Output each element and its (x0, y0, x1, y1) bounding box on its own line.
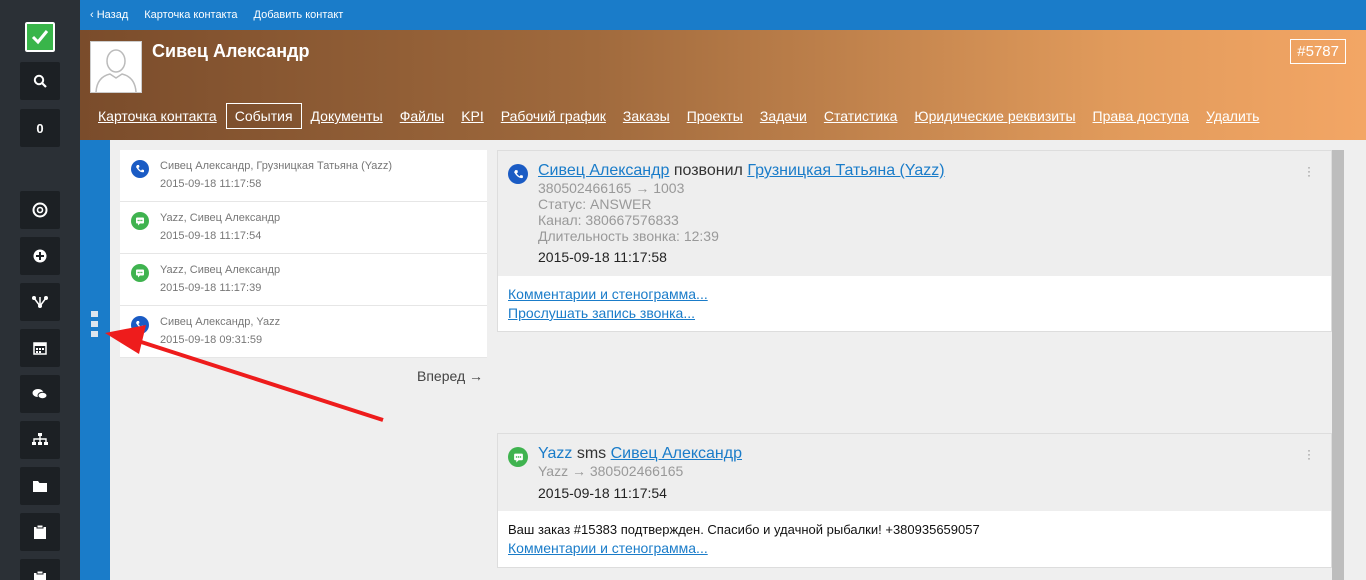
breadcrumb-bar: ‹ Назад Карточка контакта Добавить конта… (80, 0, 1366, 30)
event-date: 2015-09-18 11:17:54 (160, 230, 262, 242)
tab-orders[interactable]: Заказы (615, 104, 678, 128)
clipboard-button-2[interactable] (20, 559, 60, 580)
sms-icon (131, 212, 149, 230)
event-title: Yazz, Сивец Александр (160, 212, 281, 224)
tab-work-schedule[interactable]: Рабочий график (493, 104, 614, 128)
event-date: 2015-09-18 09:31:59 (160, 334, 263, 346)
check-icon[interactable] (24, 21, 56, 53)
search-icon (33, 74, 47, 88)
add-button[interactable] (20, 237, 60, 275)
folder-icon (33, 481, 47, 492)
caller-link[interactable]: Сивец Александр (538, 162, 669, 179)
add-contact-link[interactable]: Добавить контакт (254, 9, 344, 21)
structure-button[interactable] (20, 421, 60, 459)
phone-icon (508, 164, 528, 184)
back-link[interactable]: ‹ Назад (90, 9, 128, 21)
tab-statistics[interactable]: Статистика (816, 104, 906, 128)
phone-icon (131, 160, 149, 178)
tab-delete[interactable]: Удалить (1198, 104, 1267, 128)
more-menu-icon[interactable]: · · · (1307, 161, 1311, 181)
contact-name: Сивец Александр (152, 41, 310, 61)
call-detail-card: · · · Сивец Александр позвонил Грузницкая … (497, 150, 1332, 332)
call-numbers: 380502466165 → 1003 (538, 180, 685, 196)
branch-icon (32, 296, 48, 308)
sms-numbers: Yazz → 380502466165 (538, 463, 684, 479)
tab-documents[interactable]: Документы (303, 104, 391, 128)
panel-divider-strip (80, 140, 110, 580)
tab-legal-details[interactable]: Юридические реквизиты (906, 104, 1083, 128)
more-menu-icon[interactable]: · · · (1307, 444, 1311, 464)
callee-link[interactable]: Грузницкая Татьяна (Yazz) (747, 162, 944, 179)
call-verb: позвонил (673, 162, 743, 179)
sms-detail-card: · · · Yazz sms Сивец Александр Yazz → 3805… (497, 433, 1332, 568)
clipboard-button[interactable] (20, 513, 60, 551)
help-button[interactable] (20, 191, 60, 229)
list-item[interactable]: Сивец Александр, Грузницкая Татьяна (Yaz… (120, 150, 487, 202)
notification-counter[interactable]: 0 (20, 109, 60, 147)
org-chart-icon (32, 433, 48, 445)
comments-link[interactable]: Комментарии и стенограмма... (508, 540, 708, 556)
left-sidebar: 0 (0, 0, 80, 580)
sms-verb: sms (576, 445, 607, 462)
event-title: Yazz, Сивец Александр (160, 264, 281, 276)
card-header: · · · Yazz sms Сивец Александр Yazz → 3805… (498, 434, 1331, 511)
folder-button[interactable] (20, 467, 60, 505)
sms-date: 2015-09-18 11:17:54 (538, 485, 667, 501)
list-item[interactable]: Сивец Александр, Yazz 2015-09-18 09:31:5… (120, 306, 487, 358)
tab-access-rights[interactable]: Права доступа (1085, 104, 1197, 128)
avatar (90, 41, 142, 93)
list-item[interactable]: Yazz, Сивец Александр 2015-09-18 11:17:5… (120, 202, 487, 254)
comments-link[interactable]: Комментарии и стенограмма... (508, 286, 708, 302)
card-body: Комментарии и стенограмма... Прослушать … (498, 276, 1331, 332)
user-silhouette-icon (95, 49, 137, 92)
call-duration: Длительность звонка: 12:39 (538, 228, 719, 244)
sms-icon (131, 264, 149, 282)
phone-icon (131, 316, 149, 334)
sms-summary: Yazz sms Сивец Александр (538, 445, 742, 463)
clipboard-icon (34, 525, 46, 539)
sender-link[interactable]: Yazz (538, 445, 572, 462)
event-title: Сивец Александр, Грузницкая Татьяна (Yaz… (160, 160, 393, 172)
clipboard-icon (34, 571, 46, 580)
resize-handle[interactable] (91, 311, 99, 341)
recipient-link[interactable]: Сивец Александр (611, 445, 742, 462)
contact-header: Сивец Александр #5787 Карточка контакта … (80, 30, 1366, 140)
tab-contact-card[interactable]: Карточка контакта (98, 104, 225, 128)
card-header: · · · Сивец Александр позвонил Грузницкая … (498, 151, 1331, 276)
tab-projects[interactable]: Проекты (679, 104, 751, 128)
call-summary: Сивец Александр позвонил Грузницкая Тать… (538, 162, 945, 180)
contact-tabs: Карточка контакта События Документы Файл… (98, 103, 1268, 129)
call-channel: Канал: 380667576833 (538, 212, 679, 228)
tab-kpi[interactable]: KPI (453, 104, 492, 128)
lifebuoy-icon (32, 202, 48, 218)
contact-card-link[interactable]: Карточка контакта (144, 9, 237, 21)
call-date: 2015-09-18 11:17:58 (538, 249, 667, 265)
search-button[interactable] (20, 62, 60, 100)
next-page-link[interactable]: Вперед → (417, 368, 483, 384)
tab-tasks[interactable]: Задачи (752, 104, 815, 128)
chat-button[interactable] (20, 375, 60, 413)
plus-circle-icon (33, 249, 47, 263)
event-date: 2015-09-18 11:17:39 (160, 282, 262, 294)
sms-message: Ваш заказ #15383 подтвержден. Спасибо и … (508, 522, 980, 537)
calendar-button[interactable] (20, 329, 60, 367)
tab-events[interactable]: События (225, 103, 302, 129)
card-body: Ваш заказ #15383 подтвержден. Спасибо и … (498, 511, 1331, 567)
call-status: Статус: ANSWER (538, 196, 652, 212)
contact-id-badge: #5787 (1290, 39, 1346, 64)
scrollbar[interactable] (1332, 150, 1344, 580)
list-item[interactable]: Yazz, Сивец Александр 2015-09-18 11:17:3… (120, 254, 487, 306)
tab-files[interactable]: Файлы (392, 104, 452, 128)
sms-icon (508, 447, 528, 467)
event-list: Сивец Александр, Грузницкая Татьяна (Yaz… (120, 150, 487, 358)
listen-recording-link[interactable]: Прослушать запись звонка... (508, 305, 695, 321)
chat-icon (32, 389, 48, 400)
event-date: 2015-09-18 11:17:58 (160, 178, 262, 190)
calendar-icon (33, 342, 47, 355)
event-title: Сивец Александр, Yazz (160, 316, 281, 328)
branch-button[interactable] (20, 283, 60, 321)
